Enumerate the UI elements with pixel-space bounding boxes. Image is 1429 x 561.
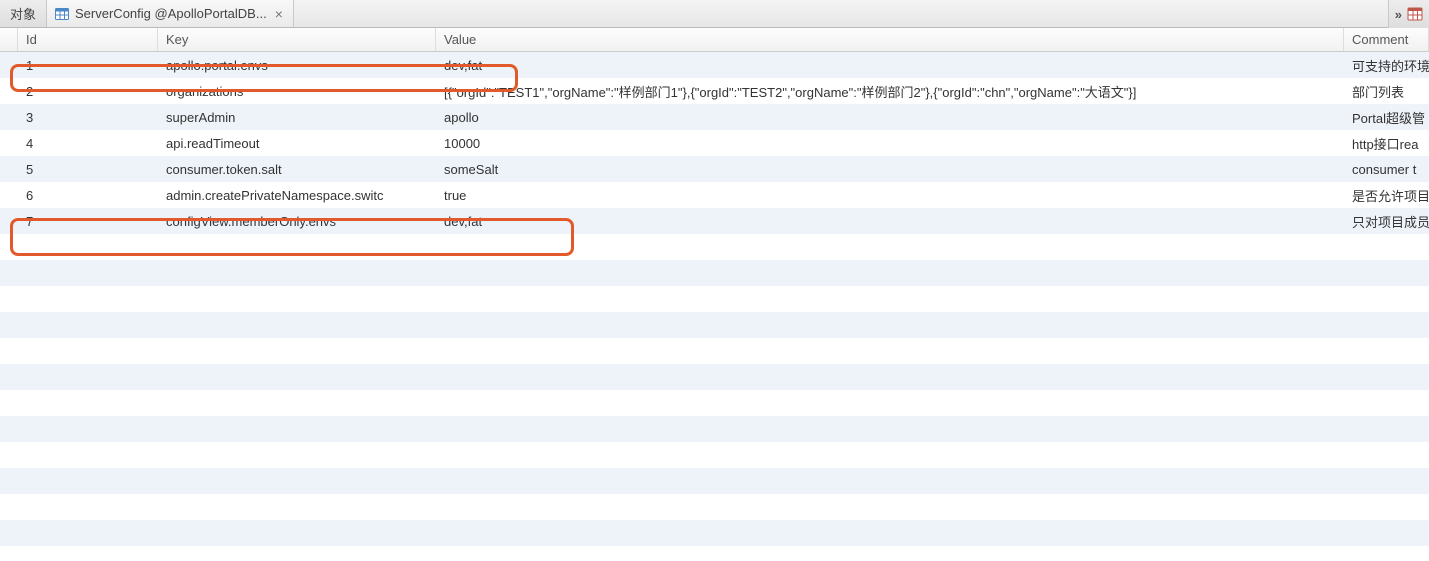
cell-id[interactable]: 6	[18, 188, 158, 203]
close-icon[interactable]: ×	[273, 6, 285, 22]
header-value-label: Value	[444, 32, 476, 47]
cell-value[interactable]: 10000	[436, 136, 1344, 151]
empty-row	[0, 494, 1429, 520]
cell-value[interactable]: apollo	[436, 110, 1344, 125]
table-row[interactable]: 7 configView.memberOnly.envs dev,fat 只对项…	[0, 208, 1429, 234]
cell-key[interactable]: organizations	[158, 84, 436, 99]
column-headers: Id Key Value Comment	[0, 28, 1429, 52]
header-id[interactable]: Id	[18, 28, 158, 51]
cell-comment[interactable]: http接口rea	[1344, 134, 1429, 153]
cell-id[interactable]: 7	[18, 214, 158, 229]
empty-row	[0, 520, 1429, 546]
header-id-label: Id	[26, 32, 37, 47]
grid-icon[interactable]	[1407, 6, 1423, 22]
tab-objects[interactable]: 对象	[0, 0, 47, 27]
cell-key[interactable]: api.readTimeout	[158, 136, 436, 151]
header-comment[interactable]: Comment	[1344, 28, 1429, 51]
table-icon	[55, 7, 69, 21]
data-rows: 1 apollo.portal.envs dev,fat 可支持的环境 2 or…	[0, 52, 1429, 561]
tab-bar-right: »	[1388, 0, 1429, 28]
gutter-header	[0, 28, 18, 51]
header-key-label: Key	[166, 32, 188, 47]
empty-row	[0, 312, 1429, 338]
table-row[interactable]: 1 apollo.portal.envs dev,fat 可支持的环境	[0, 52, 1429, 78]
tab-objects-label: 对象	[10, 4, 36, 23]
cell-comment[interactable]: 是否允许项目	[1344, 186, 1429, 205]
header-comment-label: Comment	[1352, 32, 1408, 47]
table-row[interactable]: 4 api.readTimeout 10000 http接口rea	[0, 130, 1429, 156]
cell-comment[interactable]: Portal超级管	[1344, 108, 1429, 127]
empty-row	[0, 546, 1429, 561]
tab-active[interactable]: ServerConfig @ApolloPortalDB... ×	[47, 0, 294, 27]
cell-key[interactable]: consumer.token.salt	[158, 162, 436, 177]
header-value[interactable]: Value	[436, 28, 1344, 51]
cell-value[interactable]: [{"orgId":"TEST1","orgName":"样例部门1"},{"o…	[436, 82, 1344, 101]
empty-row	[0, 286, 1429, 312]
more-tabs-icon[interactable]: »	[1395, 7, 1399, 22]
cell-key[interactable]: superAdmin	[158, 110, 436, 125]
cell-value[interactable]: true	[436, 188, 1344, 203]
cell-value[interactable]: dev,fat	[436, 214, 1344, 229]
empty-row	[0, 442, 1429, 468]
header-key[interactable]: Key	[158, 28, 436, 51]
cell-comment[interactable]: 部门列表	[1344, 82, 1429, 101]
cell-value[interactable]: dev,fat	[436, 58, 1344, 73]
cell-id[interactable]: 3	[18, 110, 158, 125]
empty-row	[0, 390, 1429, 416]
cell-key[interactable]: apollo.portal.envs	[158, 58, 436, 73]
cell-comment[interactable]: 只对项目成员	[1344, 212, 1429, 231]
empty-row	[0, 234, 1429, 260]
tab-active-label: ServerConfig @ApolloPortalDB...	[75, 6, 267, 21]
cell-id[interactable]: 2	[18, 84, 158, 99]
table-row[interactable]: 6 admin.createPrivateNamespace.switc tru…	[0, 182, 1429, 208]
empty-row	[0, 468, 1429, 494]
empty-row	[0, 416, 1429, 442]
empty-row	[0, 364, 1429, 390]
cell-key[interactable]: admin.createPrivateNamespace.switc	[158, 188, 436, 203]
tab-bar: 对象 ServerConfig @ApolloPortalDB... × »	[0, 0, 1429, 28]
cell-comment[interactable]: 可支持的环境	[1344, 56, 1429, 75]
cell-value[interactable]: someSalt	[436, 162, 1344, 177]
cell-key[interactable]: configView.memberOnly.envs	[158, 214, 436, 229]
cell-id[interactable]: 1	[18, 58, 158, 73]
cell-id[interactable]: 5	[18, 162, 158, 177]
table-row[interactable]: 3 superAdmin apollo Portal超级管	[0, 104, 1429, 130]
table-row[interactable]: 2 organizations [{"orgId":"TEST1","orgNa…	[0, 78, 1429, 104]
table-row[interactable]: 5 consumer.token.salt someSalt consumer …	[0, 156, 1429, 182]
data-grid: Id Key Value Comment 1 apollo.portal.env…	[0, 28, 1429, 561]
empty-row	[0, 260, 1429, 286]
cell-comment[interactable]: consumer t	[1344, 162, 1429, 177]
cell-id[interactable]: 4	[18, 136, 158, 151]
empty-row	[0, 338, 1429, 364]
